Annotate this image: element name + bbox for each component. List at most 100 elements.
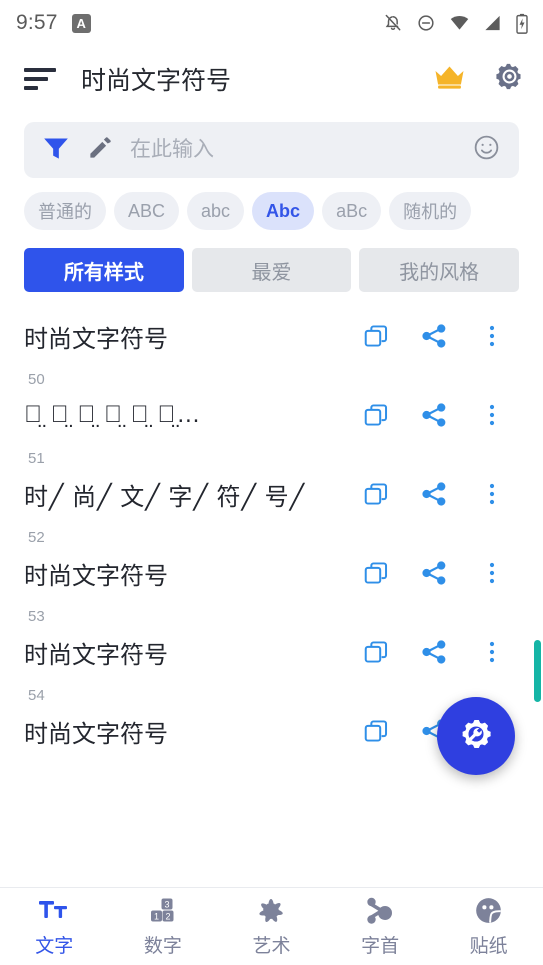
copy-icon[interactable] <box>347 480 405 508</box>
list-item-text[interactable]: 时尚文字符号 <box>24 556 347 591</box>
tab-my-styles[interactable]: 我的风格 <box>359 248 520 292</box>
nav-item-numbers[interactable]: 3 1 2 数字 <box>109 896 218 958</box>
do-not-disturb-icon <box>416 13 436 33</box>
app-bar: 时尚文字符号 <box>0 46 543 112</box>
sticker-smiley-icon <box>474 896 503 926</box>
svg-text:2: 2 <box>165 911 170 921</box>
list-item-body: 时尚文字符号 <box>24 626 521 678</box>
status-bar-right <box>383 13 529 34</box>
chip-upper[interactable]: ABC <box>114 192 180 230</box>
chip-mixed[interactable]: aBc <box>322 192 382 230</box>
more-vertical-icon[interactable] <box>463 480 521 508</box>
gear-icon[interactable] <box>494 61 525 97</box>
list-item[interactable]: 53 时尚文字符号 <box>0 599 543 678</box>
scrollbar-thumb[interactable] <box>534 640 541 702</box>
list-item-number <box>24 300 521 310</box>
list-item-number: 50 <box>28 371 45 388</box>
share-icon[interactable] <box>405 559 463 587</box>
list-item-text[interactable]: 时尚文字符号 <box>24 714 347 749</box>
search-bar[interactable] <box>24 122 519 178</box>
list-item-text[interactable]: 时尚文字符号 <box>24 635 347 670</box>
app-bar-actions <box>433 61 525 97</box>
cellular-signal-icon <box>483 13 502 33</box>
svg-text:3: 3 <box>164 899 169 909</box>
chip-normal[interactable]: 普通的 <box>24 192 106 230</box>
list-item-body: 时̤ 尚̤ 文̤ 字̤ 符̤ 号̤… <box>24 389 521 441</box>
list-item-actions <box>347 638 521 666</box>
status-bar-left: 9:57 A <box>16 11 91 35</box>
list-item[interactable]: 时尚文字符号 <box>0 300 543 362</box>
nav-label: 贴纸 <box>469 935 508 957</box>
more-vertical-icon[interactable] <box>463 559 521 587</box>
list-item-actions <box>347 559 521 587</box>
svg-text:1: 1 <box>154 911 159 921</box>
list-item-body: 时╱ 尚╱ 文╱ 字╱ 符╱ 号╱ <box>24 468 521 520</box>
list-item-body: 时尚文字符号 <box>24 547 521 599</box>
list-item[interactable]: 51 时╱ 尚╱ 文╱ 字╱ 符╱ 号╱ <box>0 441 543 520</box>
list-item-number: 52 <box>28 529 45 546</box>
share-icon[interactable] <box>405 322 463 350</box>
list-item-text[interactable]: 时̤ 尚̤ 文̤ 字̤ 符̤ 号̤… <box>24 401 347 429</box>
search-section <box>0 112 543 178</box>
nav-label: 艺术 <box>252 935 291 957</box>
filter-funnel-icon[interactable] <box>41 135 71 166</box>
sort-menu-icon[interactable] <box>24 66 58 92</box>
bottom-navigation: 文字 3 1 2 数字 艺术 字首 贴纸 <box>0 887 543 965</box>
initial-letter-icon <box>365 896 395 926</box>
more-vertical-icon[interactable] <box>463 401 521 429</box>
chip-random[interactable]: 随机的 <box>389 192 472 230</box>
pencil-icon[interactable] <box>87 134 114 166</box>
share-icon[interactable] <box>405 638 463 666</box>
app-screen: 9:57 A 时尚文字符号 在此输入 普通的 ABC abc Abc aBc 随… <box>0 0 543 965</box>
search-input[interactable] <box>130 138 456 162</box>
number-blocks-icon: 3 1 2 <box>147 896 179 926</box>
list-item-actions <box>347 480 521 508</box>
page-title: 时尚文字符号 <box>81 67 232 95</box>
style-list[interactable]: 时尚文字符号 50 时̤ 尚̤ 文̤ 字̤ 符̤ 号̤… 51 时╱ 尚╱ 文╱… <box>0 292 543 887</box>
more-vertical-icon[interactable] <box>463 322 521 350</box>
tab-favorites[interactable]: 最爱 <box>191 248 352 292</box>
chip-title[interactable]: Abc <box>252 192 315 230</box>
copy-icon[interactable] <box>347 638 405 666</box>
text-tt-icon <box>38 896 70 926</box>
list-item-actions <box>347 322 521 350</box>
crown-icon[interactable] <box>433 64 466 95</box>
nav-label: 数字 <box>143 935 182 957</box>
list-item-actions <box>347 401 521 429</box>
style-settings-fab[interactable] <box>437 697 515 775</box>
gear-wrench-icon <box>455 713 497 760</box>
list-item[interactable]: 52 时尚文字符号 <box>0 520 543 599</box>
list-item-body: 时尚文字符号 <box>24 310 521 362</box>
copy-icon[interactable] <box>347 322 405 350</box>
chip-lower[interactable]: abc <box>187 192 245 230</box>
status-bar: 9:57 A <box>0 0 543 46</box>
list-item[interactable]: 50 时̤ 尚̤ 文̤ 字̤ 符̤ 号̤… <box>0 362 543 441</box>
battery-charging-icon <box>515 13 529 34</box>
copy-icon[interactable] <box>347 717 405 745</box>
nav-item-stickers[interactable]: 贴纸 <box>434 896 543 958</box>
wifi-icon <box>449 13 470 33</box>
flower-art-icon <box>256 896 286 926</box>
status-time: 9:57 <box>16 11 58 34</box>
list-item-number: 53 <box>28 608 45 625</box>
segmented-tabs: 所有样式 最爱 我的风格 <box>0 230 543 292</box>
nav-item-art[interactable]: 艺术 <box>217 896 326 958</box>
nav-label: 文字 <box>35 935 74 957</box>
list-item-number: 51 <box>28 450 45 467</box>
list-item-text[interactable]: 时╱ 尚╱ 文╱ 字╱ 符╱ 号╱ <box>24 477 347 512</box>
copy-icon[interactable] <box>347 401 405 429</box>
nav-item-initials[interactable]: 字首 <box>326 896 435 958</box>
nav-label: 字首 <box>361 935 400 957</box>
nav-item-text[interactable]: 文字 <box>0 896 109 958</box>
bell-off-icon <box>383 13 403 33</box>
app-notification-badge: A <box>71 13 91 33</box>
list-item-text[interactable]: 时尚文字符号 <box>24 319 347 354</box>
more-vertical-icon[interactable] <box>463 638 521 666</box>
share-icon[interactable] <box>405 401 463 429</box>
case-chip-row: 普通的 ABC abc Abc aBc 随机的 <box>0 178 543 230</box>
copy-icon[interactable] <box>347 559 405 587</box>
tab-all-styles[interactable]: 所有样式 <box>24 248 184 292</box>
smiley-icon[interactable] <box>472 133 501 167</box>
list-item-number: 54 <box>28 687 45 704</box>
share-icon[interactable] <box>405 480 463 508</box>
